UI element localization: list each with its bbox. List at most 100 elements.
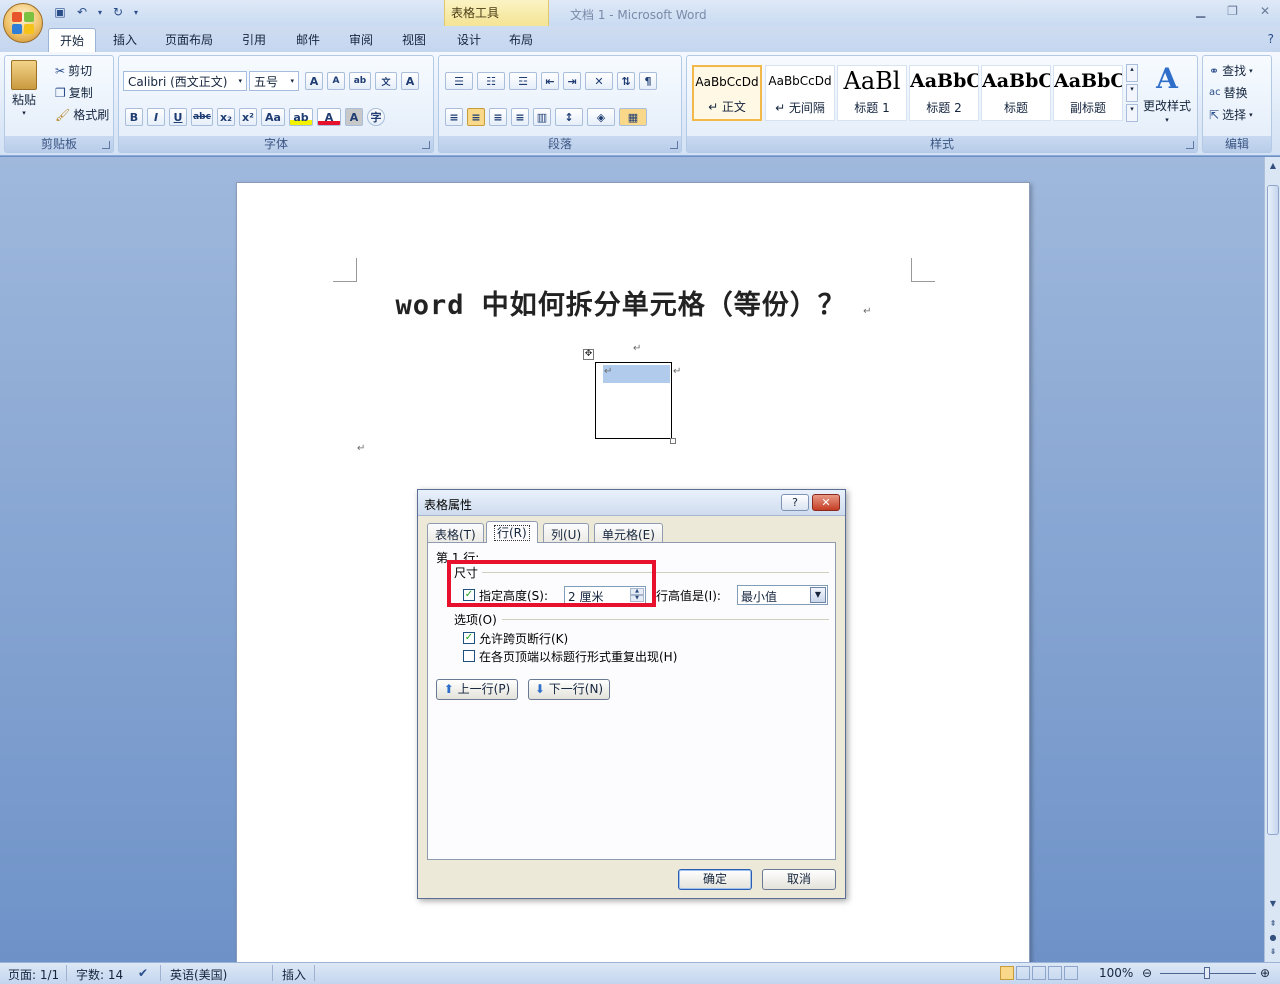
strikethrough-icon[interactable]: abc: [191, 108, 213, 126]
styles-launcher-icon[interactable]: [1186, 141, 1194, 149]
select-button[interactable]: ⇱ 选择 ▾: [1209, 106, 1253, 123]
increase-indent-icon[interactable]: ⇥: [563, 72, 581, 90]
font-name-combo[interactable]: Calibri (西文正文) ▾: [123, 71, 247, 91]
paragraph-launcher-icon[interactable]: [670, 141, 678, 149]
undo-icon[interactable]: ↶: [74, 4, 90, 20]
office-button[interactable]: [3, 3, 43, 43]
table-move-handle-icon[interactable]: ✥: [583, 349, 594, 360]
format-painter-button[interactable]: 🖌 格式刷: [55, 106, 109, 123]
bold-icon[interactable]: B: [125, 108, 143, 126]
clear-format-icon[interactable]: ab: [349, 72, 371, 90]
enclose-characters-icon[interactable]: 字: [367, 108, 385, 126]
page-count[interactable]: 页面: 1/1: [8, 966, 59, 983]
borders-icon[interactable]: ▦: [619, 108, 647, 126]
draft-icon[interactable]: [1064, 966, 1078, 980]
zoom-out-icon[interactable]: ⊖: [1142, 966, 1152, 980]
subscript-icon[interactable]: x₂: [217, 108, 235, 126]
justify-icon[interactable]: ≡: [511, 108, 529, 126]
highlight-color-icon[interactable]: ab: [289, 108, 313, 126]
chevron-down-icon[interactable]: ▼: [810, 587, 826, 603]
zoom-in-icon[interactable]: ⊕: [1260, 966, 1270, 980]
next-row-button[interactable]: ⬇ 下一行(N): [528, 679, 610, 700]
zoom-slider-thumb[interactable]: [1204, 967, 1210, 979]
replace-button[interactable]: ac 替换: [1209, 84, 1248, 101]
language[interactable]: 英语(美国): [170, 966, 227, 983]
tab-review[interactable]: 审阅: [349, 31, 373, 48]
align-right-icon[interactable]: ≡: [489, 108, 507, 126]
decrease-indent-icon[interactable]: ⇤: [541, 72, 559, 90]
customize-qat-icon[interactable]: ▾: [132, 4, 140, 20]
multilevel-list-icon[interactable]: ☲: [509, 72, 537, 90]
table-resize-handle[interactable]: [670, 438, 676, 444]
cut-button[interactable]: ✂ 剪切: [55, 62, 92, 79]
restore-button[interactable]: ❐: [1227, 4, 1238, 18]
tab-home[interactable]: 开始: [48, 28, 97, 52]
tab-page-layout[interactable]: 页面布局: [165, 31, 213, 48]
phonetic-guide-icon[interactable]: 文: [375, 72, 397, 90]
previous-row-button[interactable]: ⬆ 上一行(P): [436, 679, 518, 700]
style-subtitle[interactable]: AaBbC 副标题: [1053, 65, 1123, 121]
select-browse-object-icon[interactable]: ●: [1267, 933, 1279, 945]
tab-row[interactable]: 行(R): [486, 521, 538, 543]
vertical-scrollbar[interactable]: ▲ ▼ ⇞ ● ⇟: [1264, 157, 1280, 962]
style-heading-1[interactable]: AaBl 标题 1: [837, 65, 907, 121]
find-button[interactable]: ⚭ 查找 ▾: [1209, 62, 1253, 79]
scroll-up-icon[interactable]: ▲: [1267, 161, 1279, 173]
font-size-combo[interactable]: 五号 ▾: [249, 71, 299, 91]
superscript-icon[interactable]: x²: [239, 108, 257, 126]
cancel-button[interactable]: 取消: [762, 869, 836, 890]
change-styles-button[interactable]: A 更改样式 ▾: [1143, 62, 1191, 124]
copy-button[interactable]: ❐ 复制: [55, 84, 93, 101]
character-border-icon[interactable]: A: [401, 72, 419, 90]
tab-view[interactable]: 视图: [402, 31, 426, 48]
clipboard-launcher-icon[interactable]: [102, 141, 110, 149]
paste-button[interactable]: 粘贴 ▾: [11, 60, 37, 117]
dialog-title-bar[interactable]: 表格属性 ? ✕: [418, 490, 845, 516]
underline-icon[interactable]: U: [169, 108, 187, 126]
style-heading-2[interactable]: AaBbC 标题 2: [909, 65, 979, 121]
tab-design[interactable]: 设计: [457, 31, 481, 48]
italic-icon[interactable]: I: [147, 108, 165, 126]
style-no-spacing[interactable]: AaBbCcDd ↵ 无间隔: [765, 65, 835, 121]
close-button[interactable]: ✕: [1260, 4, 1270, 18]
shading-icon[interactable]: ◈: [587, 108, 615, 126]
document-heading[interactable]: word 中如何拆分单元格（等份）？ ↵: [237, 283, 1031, 322]
bullets-icon[interactable]: ☰: [445, 72, 473, 90]
ok-button[interactable]: 确定: [678, 869, 752, 890]
style-title[interactable]: AaBbC 标题: [981, 65, 1051, 121]
line-spacing-icon[interactable]: ↕: [555, 108, 583, 126]
scroll-down-icon[interactable]: ▼: [1267, 899, 1279, 911]
numbering-icon[interactable]: ☷: [477, 72, 505, 90]
word-count[interactable]: 字数: 14: [76, 966, 123, 983]
dialog-help-button[interactable]: ?: [781, 494, 809, 511]
style-normal[interactable]: AaBbCcDd ↵ 正文: [692, 65, 762, 121]
tab-layout[interactable]: 布局: [509, 31, 533, 48]
styles-scroll-down-icon[interactable]: ▾: [1126, 84, 1138, 102]
tab-column[interactable]: 列(U): [543, 523, 590, 542]
allow-break-checkbox[interactable]: ✓: [463, 632, 475, 644]
outline-icon[interactable]: [1048, 966, 1062, 980]
tab-insert[interactable]: 插入: [113, 31, 137, 48]
align-left-icon[interactable]: ≡: [445, 108, 463, 126]
tab-mailings[interactable]: 邮件: [296, 31, 320, 48]
align-center-icon[interactable]: ≡: [467, 108, 485, 126]
tab-cell[interactable]: 单元格(E): [594, 523, 663, 542]
row-height-is-select[interactable]: 最小值 ▼: [737, 585, 828, 605]
help-icon[interactable]: ?: [1268, 32, 1274, 46]
repeat-header-checkbox[interactable]: [463, 650, 475, 662]
character-shading-icon[interactable]: A: [345, 108, 363, 126]
font-color-icon[interactable]: A: [317, 108, 341, 126]
distributed-icon[interactable]: ▥: [533, 108, 551, 126]
font-launcher-icon[interactable]: [422, 141, 430, 149]
next-page-icon[interactable]: ⇟: [1267, 947, 1279, 959]
styles-scroll-up-icon[interactable]: ▴: [1126, 64, 1138, 82]
chinese-layout-icon[interactable]: ✕: [585, 72, 613, 90]
show-marks-icon[interactable]: ¶: [639, 72, 657, 90]
sort-icon[interactable]: ⇅: [617, 72, 635, 90]
save-icon[interactable]: ▣: [52, 4, 68, 20]
web-layout-icon[interactable]: [1032, 966, 1046, 980]
scrollbar-thumb[interactable]: [1267, 185, 1279, 835]
redo-icon[interactable]: ↻: [110, 4, 126, 20]
dialog-close-button[interactable]: ✕: [812, 494, 840, 511]
font-name-dropdown-icon[interactable]: ▾: [238, 77, 242, 85]
